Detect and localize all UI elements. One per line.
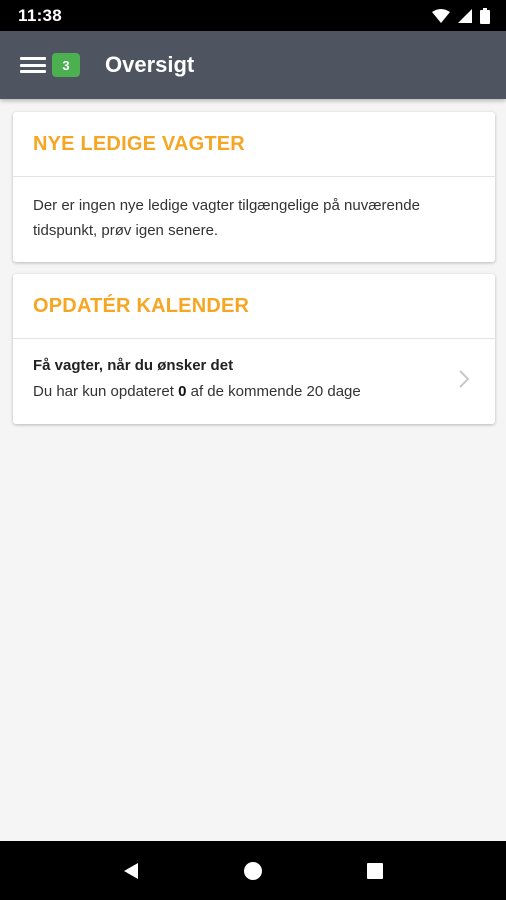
row-sub-prefix: Du har kun opdateret bbox=[33, 383, 179, 400]
chevron-right-icon bbox=[459, 370, 470, 388]
update-calendar-title: OPDATÉR KALENDER bbox=[33, 294, 250, 317]
row-sub-suffix: af de kommende 20 dage bbox=[186, 383, 361, 400]
back-icon[interactable] bbox=[111, 851, 151, 891]
home-icon[interactable] bbox=[233, 851, 273, 891]
notification-badge[interactable]: 3 bbox=[52, 53, 80, 77]
status-time: 11:38 bbox=[18, 5, 63, 25]
update-calendar-header: OPDATÉR KALENDER bbox=[13, 274, 495, 339]
page-title: Oversigt bbox=[105, 52, 195, 77]
new-shifts-card: NYE LEDIGE VAGTER Der er ingen nye ledig… bbox=[13, 112, 495, 262]
recents-icon[interactable] bbox=[355, 851, 395, 891]
update-calendar-row-subtitle: Du har kun opdateret 0 af de kommende 20… bbox=[33, 379, 361, 405]
status-icons bbox=[432, 7, 490, 24]
status-bar: 11:38 bbox=[0, 0, 506, 31]
new-shifts-title: NYE LEDIGE VAGTER bbox=[33, 132, 245, 155]
new-shifts-header: NYE LEDIGE VAGTER bbox=[13, 112, 495, 177]
signal-icon bbox=[458, 8, 472, 23]
update-calendar-text: Få vagter, når du ønsker det Du har kun … bbox=[33, 353, 361, 405]
system-nav-bar bbox=[0, 841, 506, 900]
wifi-icon bbox=[432, 8, 450, 23]
new-shifts-message: Der er ingen nye ledige vagter tilgængel… bbox=[33, 197, 420, 239]
update-calendar-row-title: Få vagter, når du ønsker det bbox=[33, 357, 234, 374]
update-calendar-row[interactable]: Få vagter, når du ønsker det Du har kun … bbox=[13, 339, 495, 419]
battery-icon bbox=[480, 7, 490, 24]
app-bar: 3 Oversigt bbox=[0, 31, 506, 99]
update-calendar-card: OPDATÉR KALENDER Få vagter, når du ønske… bbox=[13, 274, 495, 424]
hamburger-menu-icon[interactable] bbox=[20, 54, 46, 76]
